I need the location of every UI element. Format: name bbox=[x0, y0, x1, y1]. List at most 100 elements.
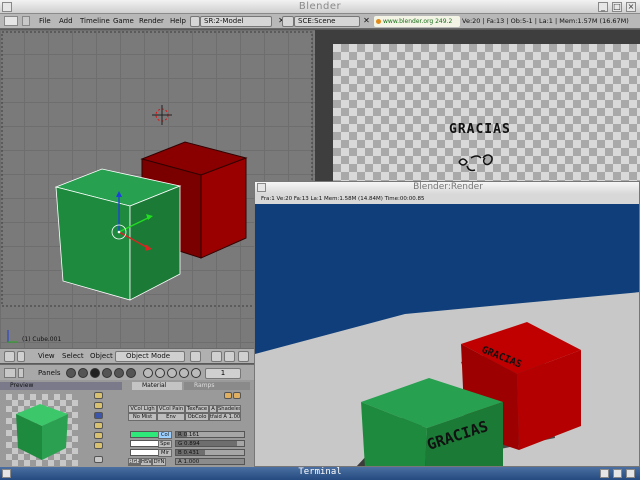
render-window-titlebar: Blender:Render bbox=[255, 182, 639, 194]
render-status-text: Fra:1 Ve:20 Fa:13 La:1 Mem:1.58M (14.84M… bbox=[255, 194, 639, 204]
env-toggle[interactable]: Env bbox=[157, 413, 185, 421]
preview-settings-button[interactable] bbox=[94, 456, 103, 463]
ramps-panel-tab[interactable]: Ramps bbox=[184, 382, 250, 390]
material-preview bbox=[6, 394, 78, 466]
arrow-up-button[interactable] bbox=[224, 392, 232, 399]
screen-browse-button[interactable] bbox=[190, 16, 200, 27]
scene-delete-icon[interactable]: ✕ bbox=[361, 16, 372, 27]
page-number-field[interactable]: 1 bbox=[205, 368, 241, 379]
menu-timeline[interactable]: Timeline bbox=[80, 17, 110, 25]
vcol-light-toggle[interactable]: VCol Ligh bbox=[128, 405, 157, 413]
red-cube-right bbox=[200, 157, 247, 259]
window-title: Blender bbox=[298, 1, 342, 12]
red-slider[interactable]: R 0.161 bbox=[175, 431, 245, 438]
dyn-button[interactable]: DYN bbox=[152, 458, 166, 466]
menu-help[interactable]: Help bbox=[170, 17, 186, 25]
scene-browse-button[interactable] bbox=[282, 16, 294, 27]
collapse-menu-icon[interactable] bbox=[17, 351, 25, 362]
render-window-title: Blender:Render bbox=[413, 182, 483, 192]
lamp-icon[interactable] bbox=[143, 368, 153, 378]
image-editor[interactable]: GRACIAS bbox=[315, 30, 640, 182]
vcol-paint-toggle[interactable]: VCol Pain bbox=[157, 405, 185, 413]
menu-object[interactable]: Object bbox=[90, 352, 113, 360]
terminal-minimize-button[interactable] bbox=[600, 469, 609, 478]
rgb-mode-button[interactable]: RGB bbox=[128, 458, 140, 466]
editor-type-icon[interactable] bbox=[4, 351, 15, 362]
preview-type-button[interactable] bbox=[94, 392, 103, 399]
preview-type-button[interactable] bbox=[94, 412, 103, 419]
preview-type-button[interactable] bbox=[94, 442, 103, 449]
scene-name-field[interactable]: SCE:Scene bbox=[294, 16, 360, 27]
preview-type-button[interactable] bbox=[94, 402, 103, 409]
blue-slider[interactable]: B 0.431 bbox=[175, 449, 245, 456]
menu-file[interactable]: File bbox=[39, 17, 51, 25]
screen-name-field[interactable]: SR:2-Model bbox=[200, 16, 272, 27]
obcolor-toggle[interactable]: ObColo bbox=[185, 413, 209, 421]
scene-stats: Ve:20 | Fa:13 | Ob:5-1 | La:1 | Mem:1.57… bbox=[462, 17, 629, 25]
preview-type-button[interactable] bbox=[94, 422, 103, 429]
image-text: GRACIAS bbox=[449, 122, 511, 137]
mode-dropdown[interactable]: Object Mode bbox=[115, 351, 185, 362]
terminal-title: Terminal bbox=[298, 467, 342, 477]
editor-type-icon[interactable] bbox=[4, 368, 16, 378]
preview-cube bbox=[16, 404, 68, 460]
pivot-icon[interactable] bbox=[211, 351, 222, 362]
tface-alpha-field[interactable]: tfaid A 1.00 bbox=[209, 413, 241, 421]
green-slider[interactable]: G 0.894 bbox=[175, 440, 245, 447]
render-window[interactable]: Blender:Render Fra:1 Ve:20 Fa:13 La:1 Me… bbox=[254, 181, 640, 467]
no-mist-toggle[interactable]: No Mist bbox=[128, 413, 157, 421]
arrow-down-button[interactable] bbox=[233, 392, 241, 399]
mir-label[interactable]: Mir bbox=[158, 449, 172, 457]
texture-icon[interactable] bbox=[167, 368, 177, 378]
hsv-mode-button[interactable]: HSV bbox=[140, 458, 152, 466]
material-panels: Preview Material Ramps VCol Ligh VCol Pa… bbox=[0, 380, 254, 470]
hand-icon[interactable] bbox=[238, 351, 249, 362]
terminal-close-button[interactable] bbox=[626, 469, 635, 478]
render-image: GRACIAS GRACIAS bbox=[255, 292, 639, 466]
script-icon[interactable] bbox=[78, 368, 88, 378]
render-result: GRACIAS GRACIAS bbox=[255, 204, 639, 466]
material-panel-tab[interactable]: Material bbox=[132, 382, 182, 390]
radiosity-icon[interactable] bbox=[179, 368, 189, 378]
logic-icon[interactable] bbox=[66, 368, 76, 378]
sketch-doodle bbox=[458, 154, 493, 172]
buttons-header: Panels 1 bbox=[0, 364, 254, 380]
alpha-slider[interactable]: A 1.000 bbox=[175, 458, 245, 465]
active-object-label: (1) Cube.001 bbox=[22, 336, 62, 343]
close-button[interactable]: × bbox=[626, 2, 636, 12]
preview-panel-tab[interactable]: Preview bbox=[0, 382, 122, 390]
minimize-button[interactable]: _ bbox=[598, 2, 608, 12]
green-cube-right bbox=[129, 185, 181, 301]
menu-select[interactable]: Select bbox=[62, 352, 84, 360]
editing-icon[interactable] bbox=[114, 368, 124, 378]
editor-type-icon[interactable] bbox=[4, 16, 18, 26]
window-titlebar: Blender _ □ × bbox=[0, 0, 640, 14]
spe-label[interactable]: Spe bbox=[158, 440, 172, 448]
draw-type-icon[interactable] bbox=[190, 351, 201, 362]
object-icon[interactable] bbox=[102, 368, 112, 378]
blender-window: Blender _ □ × File Add Timeline Game Ren… bbox=[0, 0, 640, 480]
collapse-menu-icon[interactable] bbox=[22, 16, 30, 26]
maximize-button[interactable]: □ bbox=[612, 2, 622, 12]
scene-icon[interactable] bbox=[126, 368, 136, 378]
terminal-maximize-button[interactable] bbox=[613, 469, 622, 478]
material-icon[interactable] bbox=[155, 368, 165, 378]
col-label[interactable]: Col bbox=[158, 431, 172, 439]
preview-type-button[interactable] bbox=[94, 432, 103, 439]
world-icon[interactable] bbox=[191, 368, 201, 378]
menu-add[interactable]: Add bbox=[59, 17, 73, 25]
collapse-menu-icon[interactable] bbox=[18, 368, 24, 378]
info-header: File Add Timeline Game Render Help SR:2-… bbox=[0, 14, 640, 29]
menu-game[interactable]: Game bbox=[113, 17, 134, 25]
terminal-titlebar[interactable]: Terminal bbox=[0, 467, 640, 480]
panels-menu[interactable]: Panels bbox=[38, 369, 61, 377]
texface-toggle[interactable]: TexFace bbox=[185, 405, 209, 413]
3d-view-header: View Select Object Object Mode bbox=[0, 348, 254, 363]
menu-render[interactable]: Render bbox=[139, 17, 164, 25]
manipulator-icon[interactable] bbox=[224, 351, 235, 362]
shadeless-toggle[interactable]: Shadeles bbox=[217, 405, 241, 413]
alpha-toggle[interactable]: A bbox=[209, 405, 217, 413]
shading-icon[interactable] bbox=[90, 368, 100, 378]
menu-view[interactable]: View bbox=[38, 352, 55, 360]
blender-site-badge: www.blender.org 249.2 bbox=[374, 16, 460, 27]
